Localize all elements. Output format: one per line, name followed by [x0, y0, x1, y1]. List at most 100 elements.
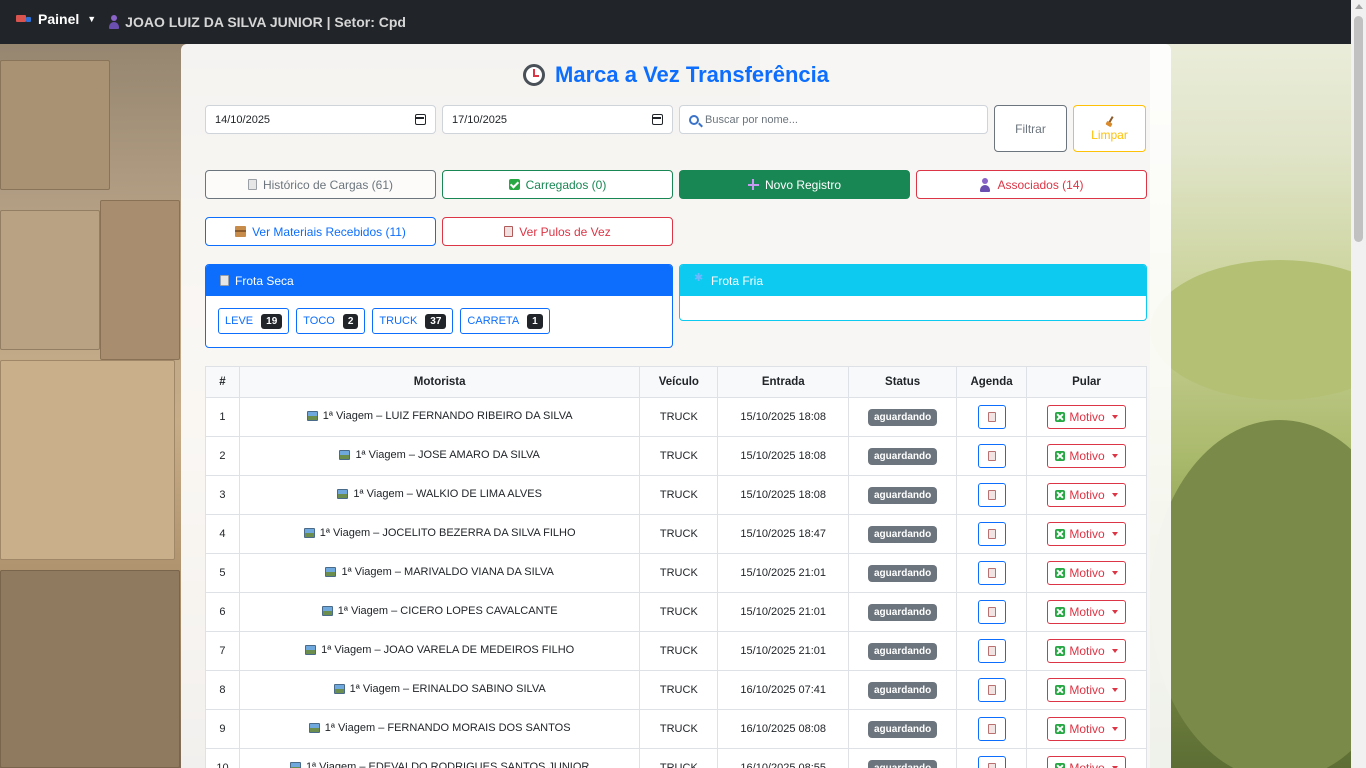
- entrada-cell: 15/10/2025 18:08: [717, 397, 850, 437]
- pular-cell: Motivo: [1026, 670, 1147, 710]
- snowflake-icon: [694, 273, 705, 286]
- agenda-button[interactable]: [977, 405, 1006, 429]
- motivo-dropdown[interactable]: Motivo: [1047, 444, 1126, 468]
- motivo-dropdown[interactable]: Motivo: [1047, 678, 1126, 702]
- table-row: 6 1ª Viagem – CICERO LOPES CAVALCANTE TR…: [205, 592, 1147, 632]
- agenda-button[interactable]: [977, 483, 1006, 507]
- caret-down-icon: [1111, 493, 1118, 497]
- motorista: 1ª Viagem – EDEVALDO RODRIGUES SANTOS JU…: [289, 761, 590, 768]
- carregados-button[interactable]: Carregados (0): [442, 170, 673, 199]
- agenda-button[interactable]: [977, 756, 1006, 768]
- motorista-name: 1ª Viagem – JOSE AMARO DA SILVA: [355, 449, 540, 461]
- search-input[interactable]: Buscar por nome...: [679, 105, 988, 134]
- document-icon: [987, 412, 996, 422]
- clipboard-icon: [504, 226, 514, 237]
- painel-dropdown[interactable]: Painel ▼: [16, 11, 96, 27]
- col-header-motorista: Motorista: [238, 366, 641, 398]
- motorista-cell: 1ª Viagem – LUIZ FERNANDO RIBEIRO DA SIL…: [238, 397, 641, 437]
- agenda-button[interactable]: [977, 561, 1006, 585]
- motivo-label: Motivo: [1069, 722, 1105, 736]
- caret-down-icon: [1111, 454, 1118, 458]
- motivo-label: Motivo: [1069, 449, 1105, 463]
- chip-count: 1: [527, 313, 543, 329]
- status-badge: aguardando: [868, 759, 938, 768]
- associados-button[interactable]: Associados (14): [916, 170, 1147, 199]
- veiculo-cell: TRUCK: [639, 631, 719, 671]
- agenda-button[interactable]: [977, 639, 1006, 663]
- agenda-button[interactable]: [977, 600, 1006, 624]
- agenda-cell: [956, 397, 1028, 437]
- motorista-name: 1ª Viagem – EDEVALDO RODRIGUES SANTOS JU…: [305, 761, 590, 768]
- motivo-dropdown[interactable]: Motivo: [1047, 600, 1126, 624]
- associados-label: Associados (14): [997, 177, 1084, 192]
- motorista-cell: 1ª Viagem – ERINALDO SABINO SILVA: [238, 670, 641, 710]
- filter-button[interactable]: Filtrar: [994, 105, 1067, 152]
- chip-leve[interactable]: LEVE 19: [218, 308, 290, 334]
- motivo-label: Motivo: [1069, 488, 1105, 502]
- agenda-cell: [956, 514, 1028, 554]
- novo-registro-button[interactable]: Novo Registro: [679, 170, 910, 199]
- status-cell: aguardando: [848, 436, 958, 476]
- row-number: 4: [205, 514, 240, 554]
- person-icon: [108, 15, 120, 29]
- check-icon: [508, 179, 520, 190]
- motivo-dropdown[interactable]: Motivo: [1047, 756, 1126, 768]
- agenda-button[interactable]: [977, 678, 1006, 702]
- materiais-recebidos-button[interactable]: Ver Materiais Recebidos (11): [205, 217, 436, 246]
- clear-button[interactable]: Limpar: [1073, 105, 1146, 152]
- motorista-cell: 1ª Viagem – FERNANDO MORAIS DOS SANTOS: [238, 709, 641, 749]
- date-end-input[interactable]: 17/10/2025: [442, 105, 673, 134]
- agenda-cell: [956, 748, 1028, 768]
- chip-count: 19: [261, 313, 283, 329]
- motivo-dropdown[interactable]: Motivo: [1047, 639, 1126, 663]
- truck-icon: [16, 14, 32, 25]
- motivo-dropdown[interactable]: Motivo: [1047, 717, 1126, 741]
- motivo-dropdown[interactable]: Motivo: [1047, 405, 1126, 429]
- document-icon: [987, 490, 996, 500]
- date-start-input[interactable]: 14/10/2025: [205, 105, 436, 134]
- motivo-dropdown[interactable]: Motivo: [1047, 483, 1126, 507]
- motorista-cell: 1ª Viagem – EDEVALDO RODRIGUES SANTOS JU…: [238, 748, 641, 768]
- row-number: 7: [205, 631, 240, 671]
- status-cell: aguardando: [848, 748, 958, 768]
- chip-truck[interactable]: TRUCK 37: [372, 308, 454, 334]
- pular-cell: Motivo: [1026, 592, 1147, 632]
- motorista-name: 1ª Viagem – JOAO VARELA DE MEDEIROS FILH…: [321, 644, 575, 656]
- pulos-de-vez-button[interactable]: Ver Pulos de Vez: [442, 217, 673, 246]
- motivo-dropdown[interactable]: Motivo: [1047, 561, 1126, 585]
- image-icon: [306, 411, 318, 421]
- broom-icon: [1105, 116, 1115, 126]
- entrada-cell: 15/10/2025 21:01: [717, 553, 850, 593]
- motorista-name: 1ª Viagem – CICERO LOPES CAVALCANTE: [337, 605, 558, 617]
- motorista-name: 1ª Viagem – ERINALDO SABINO SILVA: [349, 683, 546, 695]
- agenda-button[interactable]: [977, 522, 1006, 546]
- motivo-dropdown[interactable]: Motivo: [1047, 522, 1126, 546]
- entrada-cell: 16/10/2025 08:55: [717, 748, 850, 768]
- document-icon: [987, 451, 996, 461]
- veiculo-cell: TRUCK: [639, 748, 719, 768]
- motorista-cell: 1ª Viagem – JOAO VARELA DE MEDEIROS FILH…: [238, 631, 641, 671]
- chip-carreta[interactable]: CARRETA 1: [460, 308, 550, 334]
- motivo-label: Motivo: [1069, 566, 1105, 580]
- chip-toco[interactable]: TOCO 2: [296, 308, 366, 334]
- agenda-button[interactable]: [977, 444, 1006, 468]
- frota-seca-chips: LEVE 19 TOCO 2 TRUCK 37 CARRETA 1: [206, 296, 672, 334]
- frota-seca-header: Frota Seca: [206, 265, 672, 296]
- historico-cargas-button[interactable]: Histórico de Cargas (61): [205, 170, 436, 199]
- calendar-icon[interactable]: [415, 114, 426, 125]
- motorista: 1ª Viagem – LUIZ FERNANDO RIBEIRO DA SIL…: [306, 410, 573, 422]
- document-icon: [220, 275, 229, 286]
- entrada-cell: 15/10/2025 18:08: [717, 436, 850, 476]
- calendar-icon[interactable]: [652, 114, 663, 125]
- agenda-button[interactable]: [977, 717, 1006, 741]
- motivo-label: Motivo: [1069, 644, 1105, 658]
- scroll-up-arrow-icon[interactable]: [1355, 4, 1363, 9]
- entrada-cell: 16/10/2025 07:41: [717, 670, 850, 710]
- page-scrollbar[interactable]: [1351, 0, 1366, 768]
- caret-down-icon: [1111, 571, 1118, 575]
- table-row: 10 1ª Viagem – EDEVALDO RODRIGUES SANTOS…: [205, 748, 1147, 768]
- painel-label: Painel: [38, 11, 80, 27]
- status-cell: aguardando: [848, 397, 958, 437]
- clear-button-label: Limpar: [1091, 127, 1128, 142]
- scrollbar-thumb[interactable]: [1354, 16, 1363, 242]
